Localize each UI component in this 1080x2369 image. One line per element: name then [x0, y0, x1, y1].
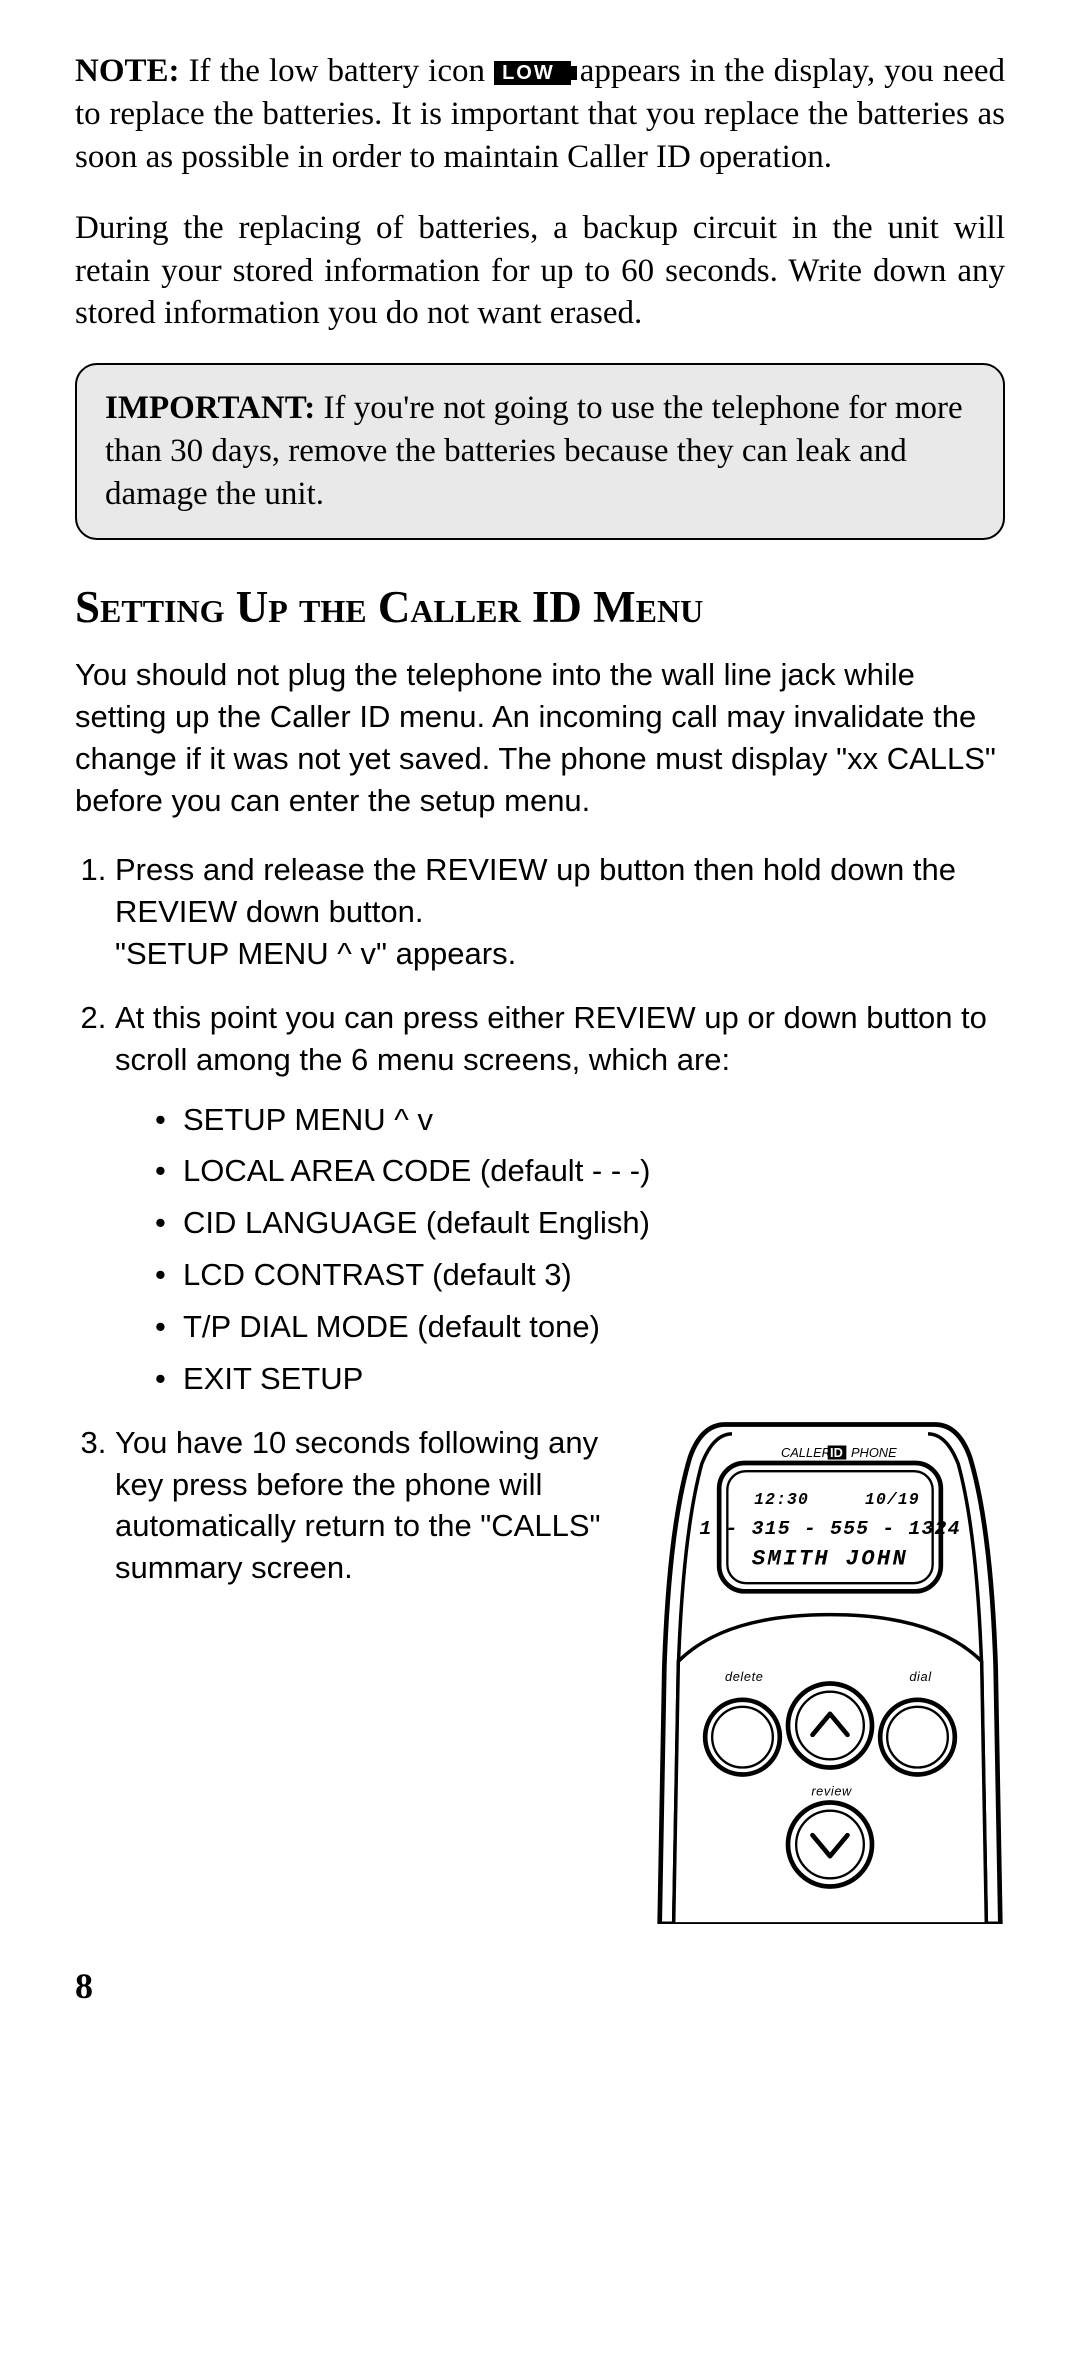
- menu-item: T/P DIAL MODE (default tone): [155, 1306, 1005, 1348]
- lcd-date: 10/19: [865, 1490, 920, 1509]
- intro-paragraph: You should not plug the telephone into t…: [75, 654, 1005, 821]
- step-2-intro: At this point you can press either REVIE…: [115, 1000, 987, 1077]
- delete-label: delete: [725, 1669, 763, 1684]
- important-label: IMPORTANT:: [105, 390, 315, 426]
- step-3-text: You have 10 seconds following any key pr…: [115, 1422, 635, 1589]
- note-paragraph: NOTE: If the low battery icon LOW appear…: [75, 50, 1005, 179]
- note-label: NOTE:: [75, 53, 180, 89]
- dial-label: dial: [909, 1669, 932, 1684]
- menu-item: CID LANGUAGE (default English): [155, 1202, 1005, 1244]
- lcd-name: SMITH JOHN: [752, 1546, 908, 1571]
- menu-item: LOCAL AREA CODE (default - - -): [155, 1150, 1005, 1192]
- page-number: 8: [75, 1965, 1005, 2007]
- section-heading: Setting Up the Caller ID Menu: [75, 580, 1005, 634]
- brand-caller: CALLER: [781, 1445, 831, 1460]
- step-2: At this point you can press either REVIE…: [115, 997, 1005, 1400]
- step-3: You have 10 seconds following any key pr…: [115, 1422, 1005, 1935]
- brand-phone: PHONE: [851, 1445, 897, 1460]
- menu-item: EXIT SETUP: [155, 1358, 1005, 1400]
- backup-paragraph: During the replacing of batteries, a bac…: [75, 207, 1005, 336]
- low-battery-icon: LOW: [494, 61, 571, 85]
- step-1-line-b: "SETUP MENU ^ v" appears.: [115, 936, 516, 971]
- brand-id: ID: [830, 1445, 843, 1460]
- menu-screens-list: SETUP MENU ^ v LOCAL AREA CODE (default …: [115, 1099, 1005, 1400]
- menu-item: SETUP MENU ^ v: [155, 1099, 1005, 1141]
- setup-steps-list: Press and release the REVIEW up button t…: [75, 849, 1005, 1934]
- note-text-before: If the low battery icon: [180, 53, 495, 89]
- lcd-time: 12:30: [754, 1490, 809, 1509]
- phone-illustration: CALLER ID PHONE 12:30 10/19 1 - 315 - 55…: [655, 1422, 1005, 1935]
- lcd-number: 1 - 315 - 555 - 1324: [699, 1517, 960, 1540]
- review-label: review: [811, 1783, 852, 1798]
- menu-item: LCD CONTRAST (default 3): [155, 1254, 1005, 1296]
- step-1-line-a: Press and release the REVIEW up button t…: [115, 852, 956, 929]
- important-callout: IMPORTANT: If you're not going to use th…: [75, 363, 1005, 540]
- step-1: Press and release the REVIEW up button t…: [115, 849, 1005, 975]
- manual-page: NOTE: If the low battery icon LOW appear…: [0, 0, 1080, 2047]
